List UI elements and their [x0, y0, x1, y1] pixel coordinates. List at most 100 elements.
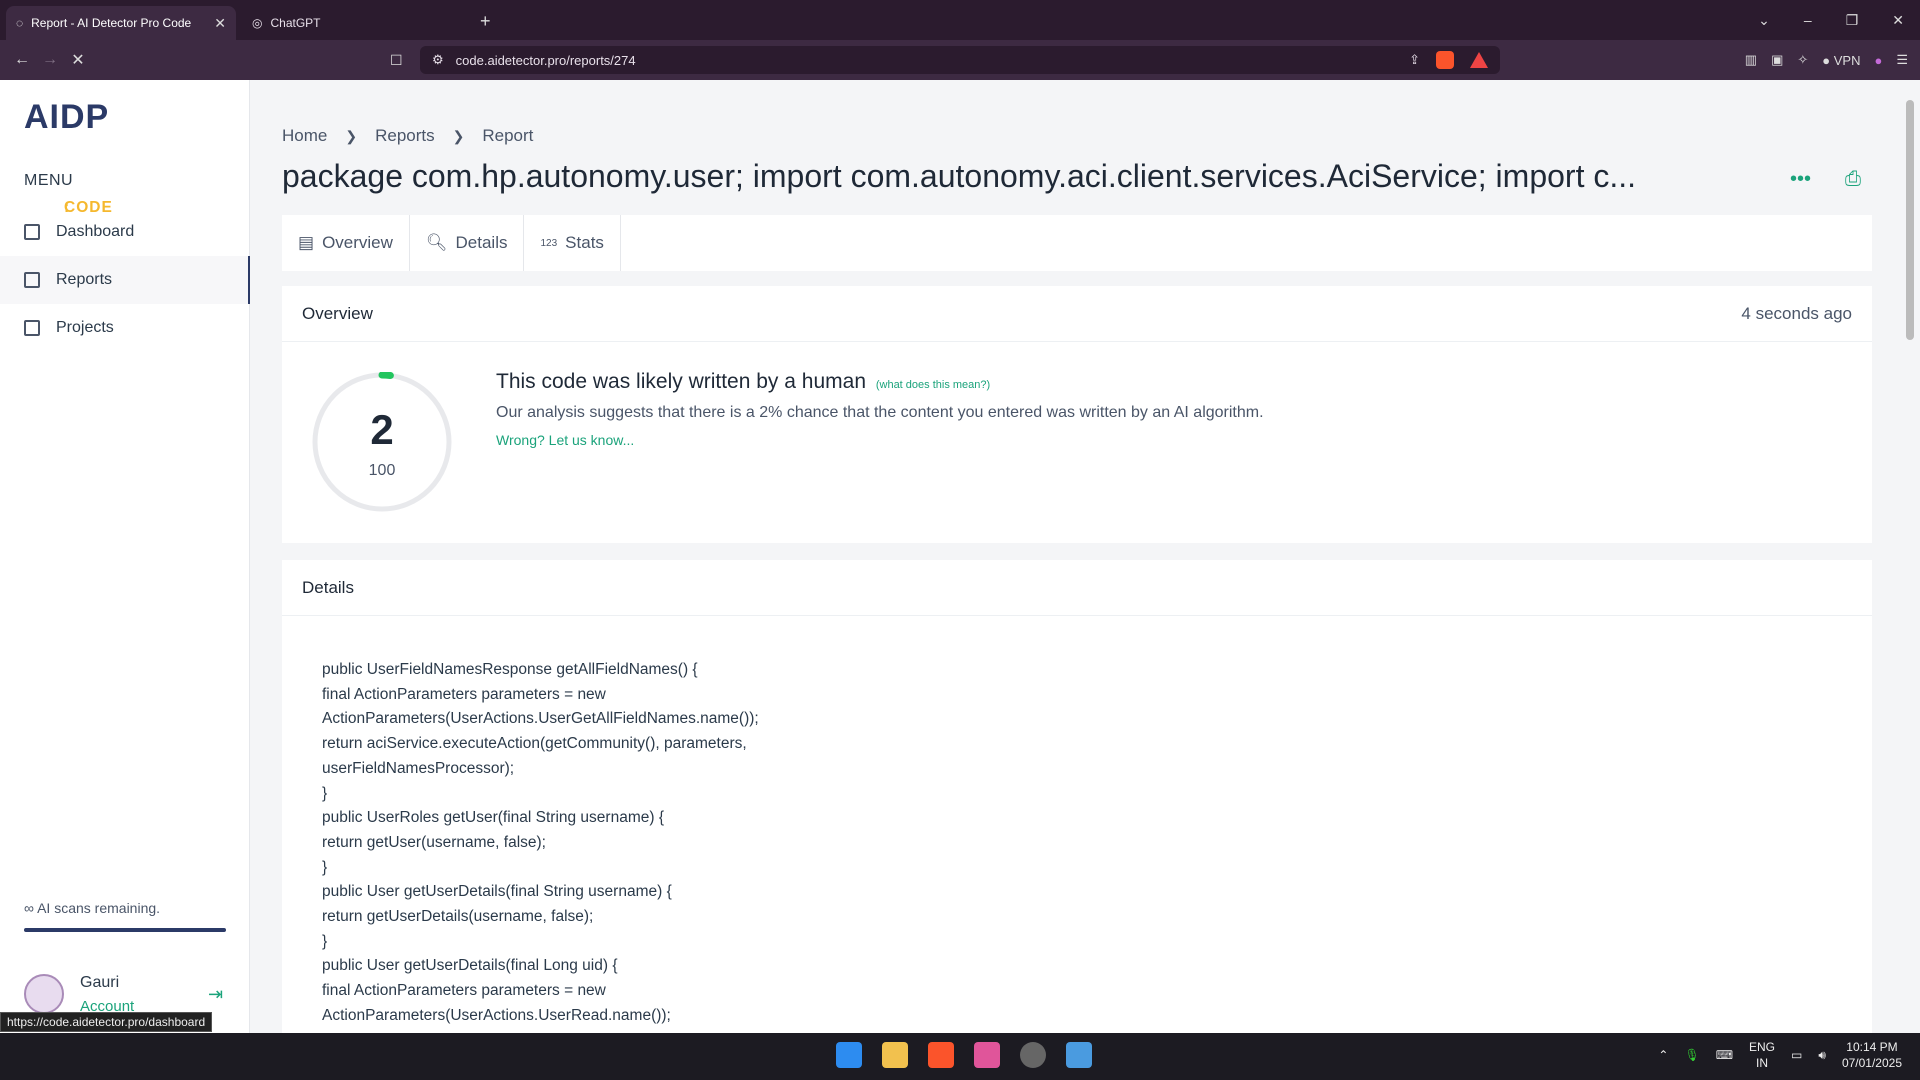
os-taskbar: ⌃ 🎙︎ ⌨ ENG IN ▭ 🔊︎ 10:14 PM 07/01/2025	[0, 1033, 1920, 1080]
status-url-tooltip: https://code.aidetector.pro/dashboard	[0, 1012, 213, 1032]
tab-report[interactable]: ◌ Report - AI Detector Pro Code ✕	[6, 6, 236, 40]
back-button[interactable]: ←	[8, 51, 36, 69]
code-line: public User getUserDetails(final Long ui…	[322, 957, 618, 975]
brave-rewards-icon[interactable]	[1470, 52, 1488, 68]
tab-details[interactable]: 🔍︎ Details	[410, 215, 525, 271]
tab-overview[interactable]: ▤ Overview	[282, 215, 410, 271]
code-line: return getUserDetails(username, false);	[322, 908, 594, 926]
notepad-icon[interactable]	[1066, 1042, 1092, 1068]
code-line: return getUser(username, false);	[322, 833, 546, 851]
breadcrumb-report: Report	[482, 126, 534, 145]
vpn-button[interactable]: ● VPN	[1822, 53, 1860, 68]
vpn-label: VPN	[1833, 52, 1861, 68]
page-scrollbar[interactable]	[1900, 80, 1920, 1033]
sidebar-item-projects[interactable]: Projects	[0, 304, 250, 352]
list-icon	[24, 272, 40, 288]
maximize-button[interactable]: ❐	[1846, 12, 1859, 29]
tab-label: Stats	[565, 233, 604, 252]
sidebar: AIDP: CODE MENU Dashboard Reports Project…	[0, 80, 250, 1033]
profile-icon[interactable]: ●	[1874, 53, 1882, 68]
code-line: public UserFieldNamesResponse getAllFiel…	[322, 661, 698, 678]
chevron-up-icon[interactable]: ⌃	[1658, 1048, 1668, 1062]
keyboard-icon[interactable]: ⌨	[1716, 1048, 1733, 1062]
result-title-text: This code was likely written by a human	[496, 370, 866, 393]
logo-left: AIDP	[24, 98, 110, 136]
breadcrumb: Home ❯ Reports ❯ Report	[282, 126, 533, 146]
windows-start-icon[interactable]	[836, 1042, 862, 1068]
wallet-icon[interactable]: ▣	[1771, 52, 1783, 68]
share-icon[interactable]: ⇪	[1409, 52, 1420, 68]
leo-ai-icon[interactable]: ✧	[1797, 52, 1808, 68]
new-tab-button[interactable]: +	[480, 11, 491, 32]
language-indicator[interactable]: ENG IN	[1749, 1039, 1775, 1071]
search-icon: 🔍︎	[425, 233, 448, 252]
clock[interactable]: 10:14 PM 07/01/2025	[1842, 1039, 1902, 1071]
details-card: Details public UserFieldNamesResponse ge…	[282, 560, 1872, 1033]
tab-search-icon[interactable]: ⌄	[1758, 12, 1770, 29]
code-line: }	[322, 858, 328, 876]
lang-text: ENG	[1749, 1040, 1776, 1054]
sidebar-item-label: Projects	[56, 319, 114, 336]
file-explorer-icon[interactable]	[882, 1042, 908, 1068]
title-actions: ••• ⎙	[1790, 168, 1861, 191]
logout-icon[interactable]: ⇥	[208, 984, 223, 1005]
minimize-button[interactable]: –	[1804, 12, 1812, 28]
tab-title: ChatGPT	[270, 16, 321, 30]
volume-icon[interactable]: 🔊︎	[1818, 1048, 1826, 1063]
report-tabs: ▤ Overview 🔍︎ Details 123 Stats	[282, 215, 1872, 271]
network-icon[interactable]: ▭	[1791, 1048, 1802, 1062]
stop-button[interactable]: ✕	[64, 50, 92, 70]
nodes-icon	[24, 320, 40, 336]
clock-date: 07/01/2025	[1841, 1056, 1902, 1070]
window-controls: ⌄ – ❐ ✕	[1758, 0, 1920, 40]
user-name: Gauri	[80, 974, 120, 991]
brave-browser-icon[interactable]	[928, 1042, 954, 1068]
details-heading: Details	[302, 577, 354, 597]
report-timestamp: 4 seconds ago	[1741, 303, 1852, 323]
tab-chatgpt[interactable]: ◎ ChatGPT	[242, 6, 472, 40]
url-text: code.aidetector.pro/reports/274	[455, 52, 636, 68]
code-line: userFieldNamesProcessor);	[322, 759, 515, 777]
microphone-icon[interactable]: 🎙︎	[1684, 1048, 1699, 1062]
brave-beta-icon[interactable]	[974, 1042, 1000, 1068]
sidebar-item-reports[interactable]: Reports	[0, 256, 250, 304]
feedback-link[interactable]: Wrong? Let us know...	[496, 432, 634, 448]
tab-title: Report - AI Detector Pro Code	[31, 16, 192, 30]
print-icon[interactable]: ⎙	[1845, 168, 1861, 191]
sidebar-toggle-icon[interactable]: ▥	[1745, 52, 1757, 68]
url-field[interactable]: ⚙ code.aidetector.pro/reports/274 ⇪	[420, 46, 1500, 74]
site-settings-icon[interactable]: ⚙	[432, 52, 444, 68]
bookmark-icon[interactable]: ☐	[390, 52, 403, 69]
chatgpt-app-icon[interactable]	[1020, 1042, 1046, 1068]
code-line: final ActionParameters parameters = new	[322, 982, 606, 1000]
breadcrumb-home[interactable]: Home	[282, 126, 327, 146]
loading-icon: ◌	[16, 16, 24, 30]
app-logo[interactable]: AIDP: CODE	[24, 98, 112, 216]
address-bar: ← → ✕ ☐ ⚙ code.aidetector.pro/reports/27…	[0, 40, 1920, 80]
code-line: }	[322, 784, 328, 802]
score-value: 2	[370, 406, 394, 453]
tab-stats[interactable]: 123 Stats	[524, 215, 621, 271]
chevron-right-icon: ❯	[452, 127, 465, 144]
breadcrumb-reports[interactable]: Reports	[375, 126, 435, 146]
brave-shields-icon[interactable]	[1436, 51, 1454, 69]
menu-label: MENU	[24, 172, 74, 189]
code-line: ActionParameters(UserActions.UserRead.na…	[322, 1006, 671, 1024]
main-content: Home ❯ Reports ❯ Report package com.hp.a…	[250, 80, 1900, 1033]
code-line: return aciService.executeAction(getCommu…	[322, 735, 747, 753]
avatar[interactable]	[24, 974, 64, 1014]
scans-remaining: ∞ AI scans remaining.	[24, 900, 161, 916]
code-line: }	[322, 932, 328, 950]
help-link[interactable]: (what does this mean?)	[876, 379, 990, 391]
forward-button[interactable]: →	[36, 51, 64, 69]
chevron-right-icon: ❯	[345, 127, 358, 144]
scans-progress-bar	[24, 928, 226, 932]
close-window-button[interactable]: ✕	[1892, 12, 1904, 29]
sidebar-item-label: Dashboard	[56, 223, 135, 240]
close-tab-icon[interactable]: ✕	[214, 15, 226, 32]
sidebar-item-dashboard[interactable]: Dashboard	[0, 208, 250, 256]
scroll-thumb[interactable]	[1906, 100, 1914, 340]
more-options-icon[interactable]: •••	[1790, 168, 1811, 191]
details-header: Details	[282, 560, 1872, 616]
menu-icon[interactable]: ☰	[1896, 52, 1908, 68]
